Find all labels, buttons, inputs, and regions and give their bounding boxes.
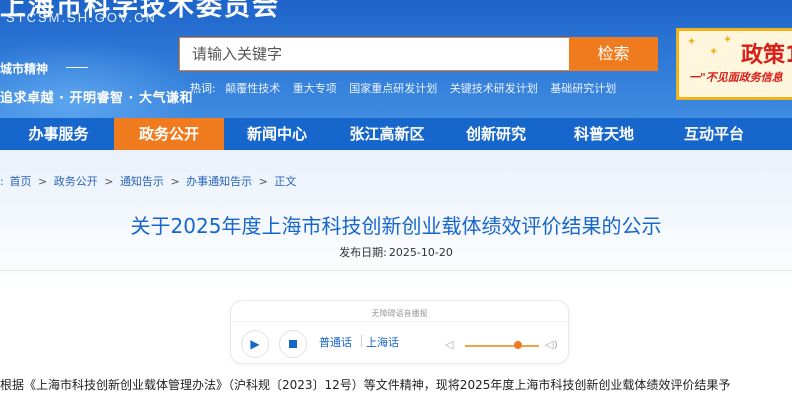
location-icon: : [0,175,4,188]
sparkle-icon: ✦ [687,35,697,48]
article-title: 关于2025年度上海市科技创新创业载体绩效评价结果的公示 [130,214,662,238]
player-divider [231,321,568,322]
breadcrumb-separator: > [258,175,268,188]
nav-item-science[interactable]: 科普天地 [556,118,652,150]
hotword-link[interactable]: 国家重点研发计划 [349,82,437,95]
slogan-divider [66,67,88,68]
hotwords: 热词: 颠覆性技术 重大专项 国家重点研发计划 关键技术研发计划 基础研究计划 [190,80,625,96]
breadcrumb-separator: > [104,175,114,188]
audio-player: 无障碍语音播报 ▶ 普通话 上海话 ◁ ◁) [230,300,569,364]
slogan-city-spirit: 城市精神 [0,62,49,76]
sparkle-icon: ✦ [709,45,719,58]
breadcrumb-item[interactable]: 政务公开 [54,175,98,188]
breadcrumb-current: 正文 [274,175,297,188]
breadcrumb-separator: > [38,175,48,188]
main-nav: 办事服务 政务公开 新闻中心 张江高新区 创新研究 科普天地 互动平台 [0,118,792,150]
nav-item-zhangjiang[interactable]: 张江高新区 [338,118,436,150]
breadcrumb-item[interactable]: 办事通知告示 [186,175,252,188]
nav-item-interaction[interactable]: 互动平台 [666,118,762,150]
title-divider [0,270,792,271]
lang-divider [361,335,362,347]
hotword-link[interactable]: 颠覆性技术 [225,82,280,95]
nav-item-services[interactable]: 办事服务 [0,118,117,150]
search-button[interactable]: 检索 [569,37,658,71]
stop-button[interactable] [279,330,307,358]
lang-shanghainese-option[interactable]: 上海话 [366,334,399,350]
hotwords-label: 热词: [190,82,216,95]
publish-date-label: 发布日期: [339,246,387,259]
breadcrumb-item[interactable]: 通知告示 [120,175,164,188]
site-domain: STCSM.SH.GOV.CN [6,10,157,25]
banner-title: 政策1 [741,43,792,68]
stop-icon [289,340,297,348]
site-header: 上海市科学技术委员会 STCSM.SH.GOV.CN 城市精神 追求卓越 · 开… [0,0,792,118]
nav-item-news[interactable]: 新闻中心 [228,118,326,150]
slogan-values: 追求卓越 · 开明睿智 · 大气谦和 [0,91,193,106]
breadcrumb-separator: > [170,175,180,188]
breadcrumb-home[interactable]: 首页 [10,175,32,188]
volume-slider-handle[interactable] [514,341,522,349]
hotword-link[interactable]: 重大专项 [293,82,337,95]
header-glow [0,40,200,118]
nav-item-government-affairs[interactable]: 政务公开 [114,118,224,150]
search-box [179,37,569,71]
lang-mandarin-option[interactable]: 普通话 [319,334,352,350]
publish-date-value: 2025-10-20 [388,246,453,259]
banner-subtitle: 一"不见面政务信息 [689,71,783,84]
play-button[interactable]: ▶ [241,330,269,358]
sparkle-icon: ✦ [723,33,733,46]
search-input[interactable] [180,38,569,70]
volume-high-icon: ◁) [545,338,558,351]
volume-low-icon: ◁ [445,338,454,351]
player-caption: 无障碍语音播报 [371,309,428,318]
hotword-link[interactable]: 基础研究计划 [550,82,616,95]
nav-item-innovation[interactable]: 创新研究 [448,118,544,150]
breadcrumb: : 首页 > 政务公开 > 通知告示 > 办事通知告示 > 正文 [0,173,296,189]
volume-slider[interactable] [465,345,539,347]
policy-banner[interactable]: ✦ ✦ ✦ 政策1 一"不见面政务信息 [676,28,792,100]
hotword-link[interactable]: 关键技术研发计划 [450,82,538,95]
article-body-text: 根据《上海市科技创新创业载体管理办法》（沪科规〔2023〕12号）等文件精神，现… [0,378,731,392]
publish-date: 发布日期: 2025-10-20 [0,244,792,260]
